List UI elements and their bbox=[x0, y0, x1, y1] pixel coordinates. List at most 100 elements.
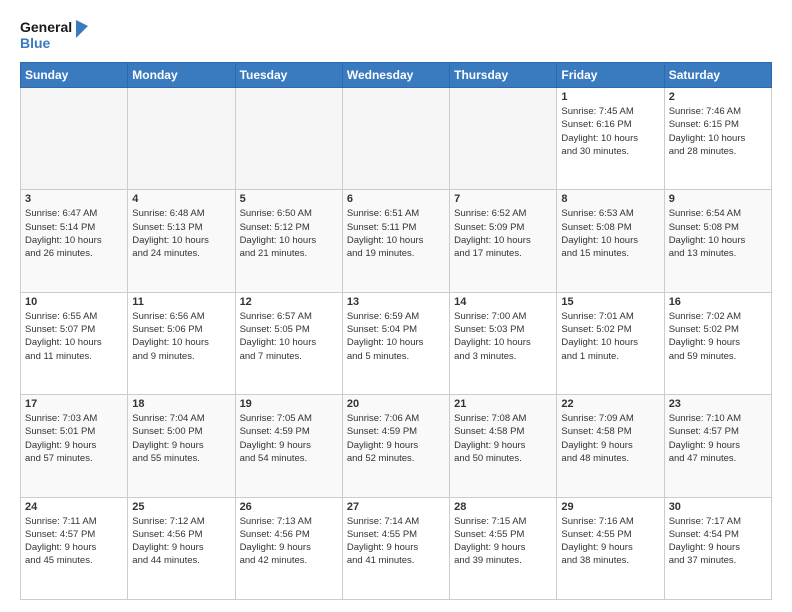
calendar-week-row: 17 Sunrise: 7:03 AM Sunset: 5:01 PM Dayli… bbox=[21, 395, 772, 497]
calendar-cell: 23 Sunrise: 7:10 AM Sunset: 4:57 PM Dayli… bbox=[664, 395, 771, 497]
day-number: 17 bbox=[25, 398, 123, 410]
calendar-cell: 18Sunrise: 7:04 AM Sunset: 5:00 PM Dayli… bbox=[128, 395, 235, 497]
day-info: Sunrise: 7:09 AM Sunset: 4:58 PM Dayligh… bbox=[561, 412, 659, 465]
day-info: Sunrise: 7:12 AM Sunset: 4:56 PM Dayligh… bbox=[132, 515, 230, 568]
day-number: 14 bbox=[454, 296, 552, 308]
day-number: 24 bbox=[25, 501, 123, 513]
weekday-header: Friday bbox=[557, 63, 664, 88]
page: GeneralBlue SundayMondayTuesdayWednesday… bbox=[0, 0, 792, 612]
calendar-cell: 3 Sunrise: 6:47 AM Sunset: 5:14 PM Daylig… bbox=[21, 190, 128, 292]
day-info: Sunrise: 7:16 AM Sunset: 4:55 PM Dayligh… bbox=[561, 515, 659, 568]
day-number: 26 bbox=[240, 501, 338, 513]
day-number: 15 bbox=[561, 296, 659, 308]
day-info: Sunrise: 7:11 AM Sunset: 4:57 PM Dayligh… bbox=[25, 515, 123, 568]
day-info: Sunrise: 6:48 AM Sunset: 5:13 PM Dayligh… bbox=[132, 207, 230, 260]
calendar-week-row: 3 Sunrise: 6:47 AM Sunset: 5:14 PM Daylig… bbox=[21, 190, 772, 292]
weekday-header: Wednesday bbox=[342, 63, 449, 88]
day-number: 2 bbox=[669, 91, 767, 103]
day-number: 1 bbox=[561, 91, 659, 103]
weekday-header: Tuesday bbox=[235, 63, 342, 88]
day-info: Sunrise: 7:17 AM Sunset: 4:54 PM Dayligh… bbox=[669, 515, 767, 568]
day-number: 3 bbox=[25, 193, 123, 205]
day-number: 5 bbox=[240, 193, 338, 205]
day-number: 30 bbox=[669, 501, 767, 513]
day-number: 7 bbox=[454, 193, 552, 205]
calendar-cell: 30 Sunrise: 7:17 AM Sunset: 4:54 PM Dayli… bbox=[664, 497, 771, 599]
day-number: 16 bbox=[669, 296, 767, 308]
calendar-cell bbox=[450, 88, 557, 190]
calendar-cell: 2 Sunrise: 7:46 AM Sunset: 6:15 PM Daylig… bbox=[664, 88, 771, 190]
calendar-cell: 13Sunrise: 6:59 AM Sunset: 5:04 PM Dayli… bbox=[342, 292, 449, 394]
day-info: Sunrise: 7:01 AM Sunset: 5:02 PM Dayligh… bbox=[561, 310, 659, 363]
calendar-cell: 10 Sunrise: 6:55 AM Sunset: 5:07 PM Dayli… bbox=[21, 292, 128, 394]
day-number: 10 bbox=[25, 296, 123, 308]
calendar-cell: 25 Sunrise: 7:12 AM Sunset: 4:56 PM Dayli… bbox=[128, 497, 235, 599]
logo-svg: GeneralBlue bbox=[20, 16, 90, 56]
day-number: 6 bbox=[347, 193, 445, 205]
day-number: 12 bbox=[240, 296, 338, 308]
calendar-cell: 8 Sunrise: 6:53 AM Sunset: 5:08 PM Daylig… bbox=[557, 190, 664, 292]
day-number: 4 bbox=[132, 193, 230, 205]
calendar-cell: 24 Sunrise: 7:11 AM Sunset: 4:57 PM Dayli… bbox=[21, 497, 128, 599]
day-number: 8 bbox=[561, 193, 659, 205]
day-number: 25 bbox=[132, 501, 230, 513]
svg-text:Blue: Blue bbox=[20, 35, 51, 51]
calendar-week-row: 24 Sunrise: 7:11 AM Sunset: 4:57 PM Dayli… bbox=[21, 497, 772, 599]
day-info: Sunrise: 7:05 AM Sunset: 4:59 PM Dayligh… bbox=[240, 412, 338, 465]
calendar-cell bbox=[128, 88, 235, 190]
weekday-header: Sunday bbox=[21, 63, 128, 88]
day-info: Sunrise: 6:52 AM Sunset: 5:09 PM Dayligh… bbox=[454, 207, 552, 260]
day-info: Sunrise: 6:47 AM Sunset: 5:14 PM Dayligh… bbox=[25, 207, 123, 260]
day-info: Sunrise: 7:13 AM Sunset: 4:56 PM Dayligh… bbox=[240, 515, 338, 568]
day-info: Sunrise: 6:51 AM Sunset: 5:11 PM Dayligh… bbox=[347, 207, 445, 260]
calendar-cell bbox=[342, 88, 449, 190]
day-info: Sunrise: 7:46 AM Sunset: 6:15 PM Dayligh… bbox=[669, 105, 767, 158]
day-info: Sunrise: 7:08 AM Sunset: 4:58 PM Dayligh… bbox=[454, 412, 552, 465]
calendar-cell: 26 Sunrise: 7:13 AM Sunset: 4:56 PM Dayli… bbox=[235, 497, 342, 599]
day-info: Sunrise: 7:14 AM Sunset: 4:55 PM Dayligh… bbox=[347, 515, 445, 568]
calendar-cell: 14 Sunrise: 7:00 AM Sunset: 5:03 PM Dayli… bbox=[450, 292, 557, 394]
calendar-cell: 9Sunrise: 6:54 AM Sunset: 5:08 PM Daylig… bbox=[664, 190, 771, 292]
day-info: Sunrise: 7:02 AM Sunset: 5:02 PM Dayligh… bbox=[669, 310, 767, 363]
calendar-week-row: 10 Sunrise: 6:55 AM Sunset: 5:07 PM Dayli… bbox=[21, 292, 772, 394]
calendar-cell: 29 Sunrise: 7:16 AM Sunset: 4:55 PM Dayli… bbox=[557, 497, 664, 599]
calendar-cell bbox=[235, 88, 342, 190]
calendar-cell: 6 Sunrise: 6:51 AM Sunset: 5:11 PM Daylig… bbox=[342, 190, 449, 292]
day-number: 29 bbox=[561, 501, 659, 513]
calendar-cell: 21 Sunrise: 7:08 AM Sunset: 4:58 PM Dayli… bbox=[450, 395, 557, 497]
calendar-cell: 19Sunrise: 7:05 AM Sunset: 4:59 PM Dayli… bbox=[235, 395, 342, 497]
day-info: Sunrise: 7:00 AM Sunset: 5:03 PM Dayligh… bbox=[454, 310, 552, 363]
calendar-cell: 5Sunrise: 6:50 AM Sunset: 5:12 PM Daylig… bbox=[235, 190, 342, 292]
day-number: 13 bbox=[347, 296, 445, 308]
calendar-table: SundayMondayTuesdayWednesdayThursdayFrid… bbox=[20, 62, 772, 600]
day-number: 27 bbox=[347, 501, 445, 513]
day-info: Sunrise: 7:15 AM Sunset: 4:55 PM Dayligh… bbox=[454, 515, 552, 568]
calendar-cell: 27 Sunrise: 7:14 AM Sunset: 4:55 PM Dayli… bbox=[342, 497, 449, 599]
calendar-cell: 17 Sunrise: 7:03 AM Sunset: 5:01 PM Dayli… bbox=[21, 395, 128, 497]
day-info: Sunrise: 6:53 AM Sunset: 5:08 PM Dayligh… bbox=[561, 207, 659, 260]
weekday-header: Monday bbox=[128, 63, 235, 88]
day-info: Sunrise: 7:10 AM Sunset: 4:57 PM Dayligh… bbox=[669, 412, 767, 465]
day-number: 23 bbox=[669, 398, 767, 410]
day-info: Sunrise: 7:03 AM Sunset: 5:01 PM Dayligh… bbox=[25, 412, 123, 465]
calendar-cell: 20 Sunrise: 7:06 AM Sunset: 4:59 PM Dayli… bbox=[342, 395, 449, 497]
calendar-cell: 28 Sunrise: 7:15 AM Sunset: 4:55 PM Dayli… bbox=[450, 497, 557, 599]
header: GeneralBlue bbox=[20, 16, 772, 56]
day-info: Sunrise: 7:04 AM Sunset: 5:00 PM Dayligh… bbox=[132, 412, 230, 465]
day-info: Sunrise: 6:57 AM Sunset: 5:05 PM Dayligh… bbox=[240, 310, 338, 363]
day-info: Sunrise: 6:55 AM Sunset: 5:07 PM Dayligh… bbox=[25, 310, 123, 363]
day-number: 21 bbox=[454, 398, 552, 410]
calendar-week-row: 1 Sunrise: 7:45 AM Sunset: 6:16 PM Daylig… bbox=[21, 88, 772, 190]
day-number: 28 bbox=[454, 501, 552, 513]
day-info: Sunrise: 7:45 AM Sunset: 6:16 PM Dayligh… bbox=[561, 105, 659, 158]
calendar-cell: 15 Sunrise: 7:01 AM Sunset: 5:02 PM Dayli… bbox=[557, 292, 664, 394]
calendar-cell: 22 Sunrise: 7:09 AM Sunset: 4:58 PM Dayli… bbox=[557, 395, 664, 497]
calendar-cell: 1 Sunrise: 7:45 AM Sunset: 6:16 PM Daylig… bbox=[557, 88, 664, 190]
day-info: Sunrise: 7:06 AM Sunset: 4:59 PM Dayligh… bbox=[347, 412, 445, 465]
logo: GeneralBlue bbox=[20, 16, 90, 56]
calendar-cell: 7 Sunrise: 6:52 AM Sunset: 5:09 PM Daylig… bbox=[450, 190, 557, 292]
day-number: 20 bbox=[347, 398, 445, 410]
calendar-cell: 4 Sunrise: 6:48 AM Sunset: 5:13 PM Daylig… bbox=[128, 190, 235, 292]
day-number: 22 bbox=[561, 398, 659, 410]
day-number: 11 bbox=[132, 296, 230, 308]
